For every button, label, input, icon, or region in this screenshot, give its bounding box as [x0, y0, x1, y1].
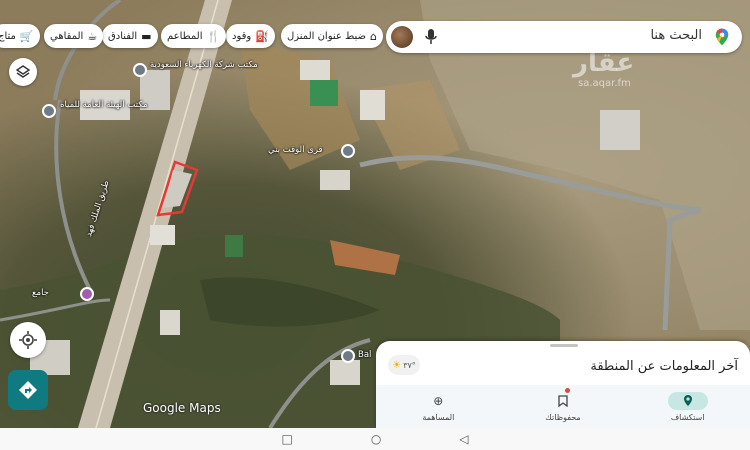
bottom-poi-icon[interactable]	[341, 349, 355, 363]
chip-label: متاج	[0, 30, 16, 42]
weather-chip[interactable]: ☀ ٣٧°	[388, 355, 420, 375]
village-label: قرى الوقت بني	[268, 145, 323, 155]
chip-label: المقاهي	[50, 30, 84, 42]
layers-icon	[15, 65, 31, 78]
chip-set-home[interactable]: ⌂ ضبط عنوان المنزل	[281, 24, 384, 48]
chip-label: وقود	[232, 30, 252, 42]
search-bar[interactable]: البحث هنا	[386, 21, 742, 53]
tab-label: محفوظاتك	[545, 412, 581, 422]
bottom-tabs: ⊕ المساهمة محفوظاتك استكشاف	[376, 385, 750, 428]
notification-dot	[564, 388, 570, 393]
watermark-site: sa.aqar.fm	[578, 78, 631, 89]
sheet-drag-handle[interactable]	[550, 344, 578, 347]
shopping-cart-icon: 🛒	[19, 29, 34, 43]
mosque-poi-icon[interactable]	[80, 287, 94, 301]
company-poi-icon[interactable]	[133, 63, 147, 77]
bottom-sheet[interactable]: آخر المعلومات عن المنطقة ☀ ٣٧° ⊕ المساهم…	[376, 341, 750, 428]
explore-pin-icon	[667, 391, 708, 410]
chip-shopping[interactable]: 🛒 متاج	[0, 24, 40, 48]
directions-icon	[19, 381, 37, 399]
village-poi-icon[interactable]	[341, 144, 355, 158]
google-maps-pin-icon	[715, 28, 729, 46]
recents-button[interactable]: □	[281, 432, 292, 446]
chip-hotels[interactable]: ▬ الفنادق	[102, 24, 158, 48]
bottom-poi-label: Bal	[358, 350, 372, 360]
hotel-icon: ▬	[141, 29, 152, 43]
chip-restaurants[interactable]: 🍴 المطاعم	[161, 24, 227, 48]
directions-button[interactable]	[8, 370, 48, 410]
weather-temperature: ٣٧°	[403, 360, 416, 370]
google-maps-logo: Google Maps	[143, 401, 221, 415]
back-button[interactable]: ◁	[459, 432, 468, 446]
tab-contribute[interactable]: ⊕ المساهمة	[376, 385, 501, 428]
system-navigation-bar: □ ○ ◁	[0, 428, 750, 450]
tab-saved[interactable]: محفوظاتك	[501, 385, 626, 428]
location-crosshair-icon	[19, 331, 37, 349]
layers-button[interactable]	[9, 58, 37, 86]
sun-cloud-icon: ☀	[392, 359, 402, 371]
company-label: مكتب شركة الكهرباء السعودية	[150, 60, 258, 70]
chip-fuel[interactable]: ⛽ وقود	[226, 24, 275, 48]
chip-label: المطاعم	[167, 30, 203, 42]
water-poi-icon[interactable]	[42, 104, 56, 118]
fuel-icon: ⛽	[255, 29, 269, 43]
coffee-icon: ☕	[87, 29, 98, 43]
avatar[interactable]	[391, 26, 413, 48]
add-circle-icon: ⊕	[433, 393, 444, 408]
chip-label: ضبط عنوان المنزل	[287, 30, 367, 42]
chip-cafes[interactable]: ☕ المقاهي	[44, 24, 104, 48]
home-button[interactable]: ○	[371, 432, 381, 446]
water-label: مكتب الهيئة العامة للمياه	[60, 100, 148, 110]
tab-label: استكشاف	[670, 412, 705, 422]
search-input[interactable]: البحث هنا	[650, 28, 702, 43]
restaurant-icon: 🍴	[206, 29, 221, 43]
chip-label: الفنادق	[108, 30, 138, 42]
mosque-label: جامع	[32, 288, 49, 298]
home-icon: ⌂	[370, 29, 378, 43]
tab-label: المساهمة	[422, 412, 455, 422]
bookmark-icon	[543, 392, 583, 410]
microphone-icon[interactable]	[424, 28, 438, 46]
tab-explore[interactable]: استكشاف	[625, 385, 750, 428]
my-location-button[interactable]	[10, 322, 46, 358]
sheet-title: آخر المعلومات عن المنطقة	[590, 359, 738, 374]
